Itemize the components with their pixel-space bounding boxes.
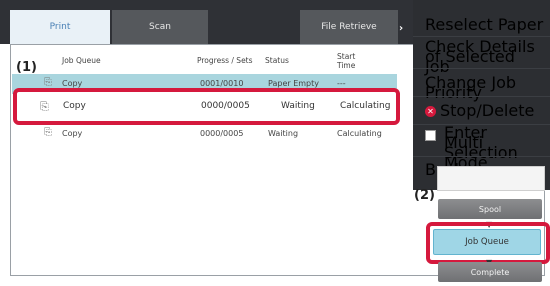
row-status: Paper Empty [268,79,319,88]
copy-icon: ⎘ [40,100,49,113]
spool-button[interactable]: Spool [438,199,542,219]
menu-change-priority[interactable]: Change Job Priority [425,75,550,101]
table-row[interactable]: ⎘ Copy 0000/0005 Waiting Calculating [12,124,397,144]
menu-reselect-paper[interactable]: Reselect Paper [425,17,543,33]
header-job-queue: Job Queue [62,56,101,65]
row-progress: 0000/0005 [200,129,244,138]
menu-divider [413,96,550,97]
row-start: Calculating [337,129,382,138]
row-status: Waiting [281,101,315,111]
job-queue-button[interactable]: Job Queue [433,229,541,255]
tab-file-retrieve[interactable]: File Retrieve [300,10,398,44]
header-start-time: Start Time [337,52,356,70]
annotation-1: (1) [16,60,37,75]
stop-icon: ✕ [425,106,436,117]
menu-stop-delete[interactable]: ✕ Stop/Delete [425,103,534,119]
checkbox-icon[interactable] [425,130,436,141]
copy-icon: ⎘ [44,127,52,138]
row-job-name: Copy [62,129,83,138]
table-header: Job Queue Progress / Sets Status Start T… [12,50,397,72]
tab-print[interactable]: Print [10,10,110,44]
highlighted-job-row[interactable]: ⎘ Copy 0000/0005 Waiting Calculating [13,88,400,125]
row-start: --- [337,79,346,88]
annotation-2: (2) [414,188,435,203]
menu-divider [413,68,550,69]
menu-divider [413,156,550,157]
row-progress: 0001/0010 [200,79,244,88]
copy-icon: ⎘ [44,77,52,88]
row-status: Waiting [268,129,299,138]
tab-scan[interactable]: Scan [112,10,208,44]
row-start: Calculating [340,101,391,111]
menu-arrow-icon: › [399,23,404,34]
row-job-name: Copy [63,101,86,111]
header-status: Status [265,56,289,65]
stop-delete-label: Stop/Delete [440,101,535,120]
header-progress-sets: Progress / Sets [197,56,253,65]
row-job-name: Copy [62,79,83,88]
complete-button[interactable]: Complete [438,262,542,282]
row-progress: 0000/0005 [201,101,250,111]
side-panel-box [437,166,545,191]
